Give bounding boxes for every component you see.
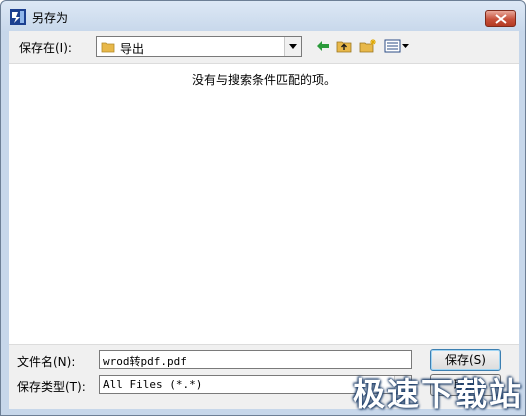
view-list-icon — [384, 39, 409, 53]
title-bar[interactable]: 另存为 — [1, 1, 525, 31]
close-icon — [494, 13, 507, 24]
new-folder-icon — [359, 39, 376, 53]
save-in-dropdown-arrow[interactable] — [284, 37, 301, 56]
save-type-label: 保存类型(T): — [17, 380, 86, 394]
watermark-logo: 极速下载站 — [353, 375, 524, 413]
close-button[interactable] — [485, 10, 516, 27]
filename-input[interactable]: wrod转pdf.pdf — [99, 350, 412, 369]
file-list[interactable]: 没有与搜索条件匹配的项。 — [9, 63, 519, 345]
back-arrow-icon — [317, 41, 329, 51]
new-folder-button[interactable] — [359, 38, 377, 54]
view-menu-button[interactable] — [383, 38, 411, 54]
empty-results-message: 没有与搜索条件匹配的项。 — [191, 73, 336, 87]
save-button[interactable]: 保存(S) — [430, 349, 501, 371]
back-button[interactable] — [314, 38, 332, 54]
filename-label: 文件名(N): — [17, 355, 76, 369]
chevron-down-icon — [289, 44, 297, 49]
save-in-label: 保存在(I): — [19, 41, 72, 55]
up-folder-icon — [336, 41, 352, 53]
up-folder-button[interactable] — [335, 38, 353, 54]
save-as-dialog: 另存为 保存在(I): 导出 没有与搜索条件匹配的项。 文件名(N): wrod… — [0, 0, 526, 416]
folder-icon — [101, 42, 115, 53]
dialog-body: 保存在(I): 导出 没有与搜索条件匹配的项。 文件名(N): wrod转pdf… — [9, 31, 519, 409]
window-title: 另存为 — [32, 11, 69, 25]
save-type-value: All Files (*.*) — [103, 378, 203, 391]
save-in-dropdown[interactable]: 导出 — [96, 36, 302, 57]
save-in-value: 导出 — [120, 42, 145, 56]
app-icon — [10, 9, 26, 25]
